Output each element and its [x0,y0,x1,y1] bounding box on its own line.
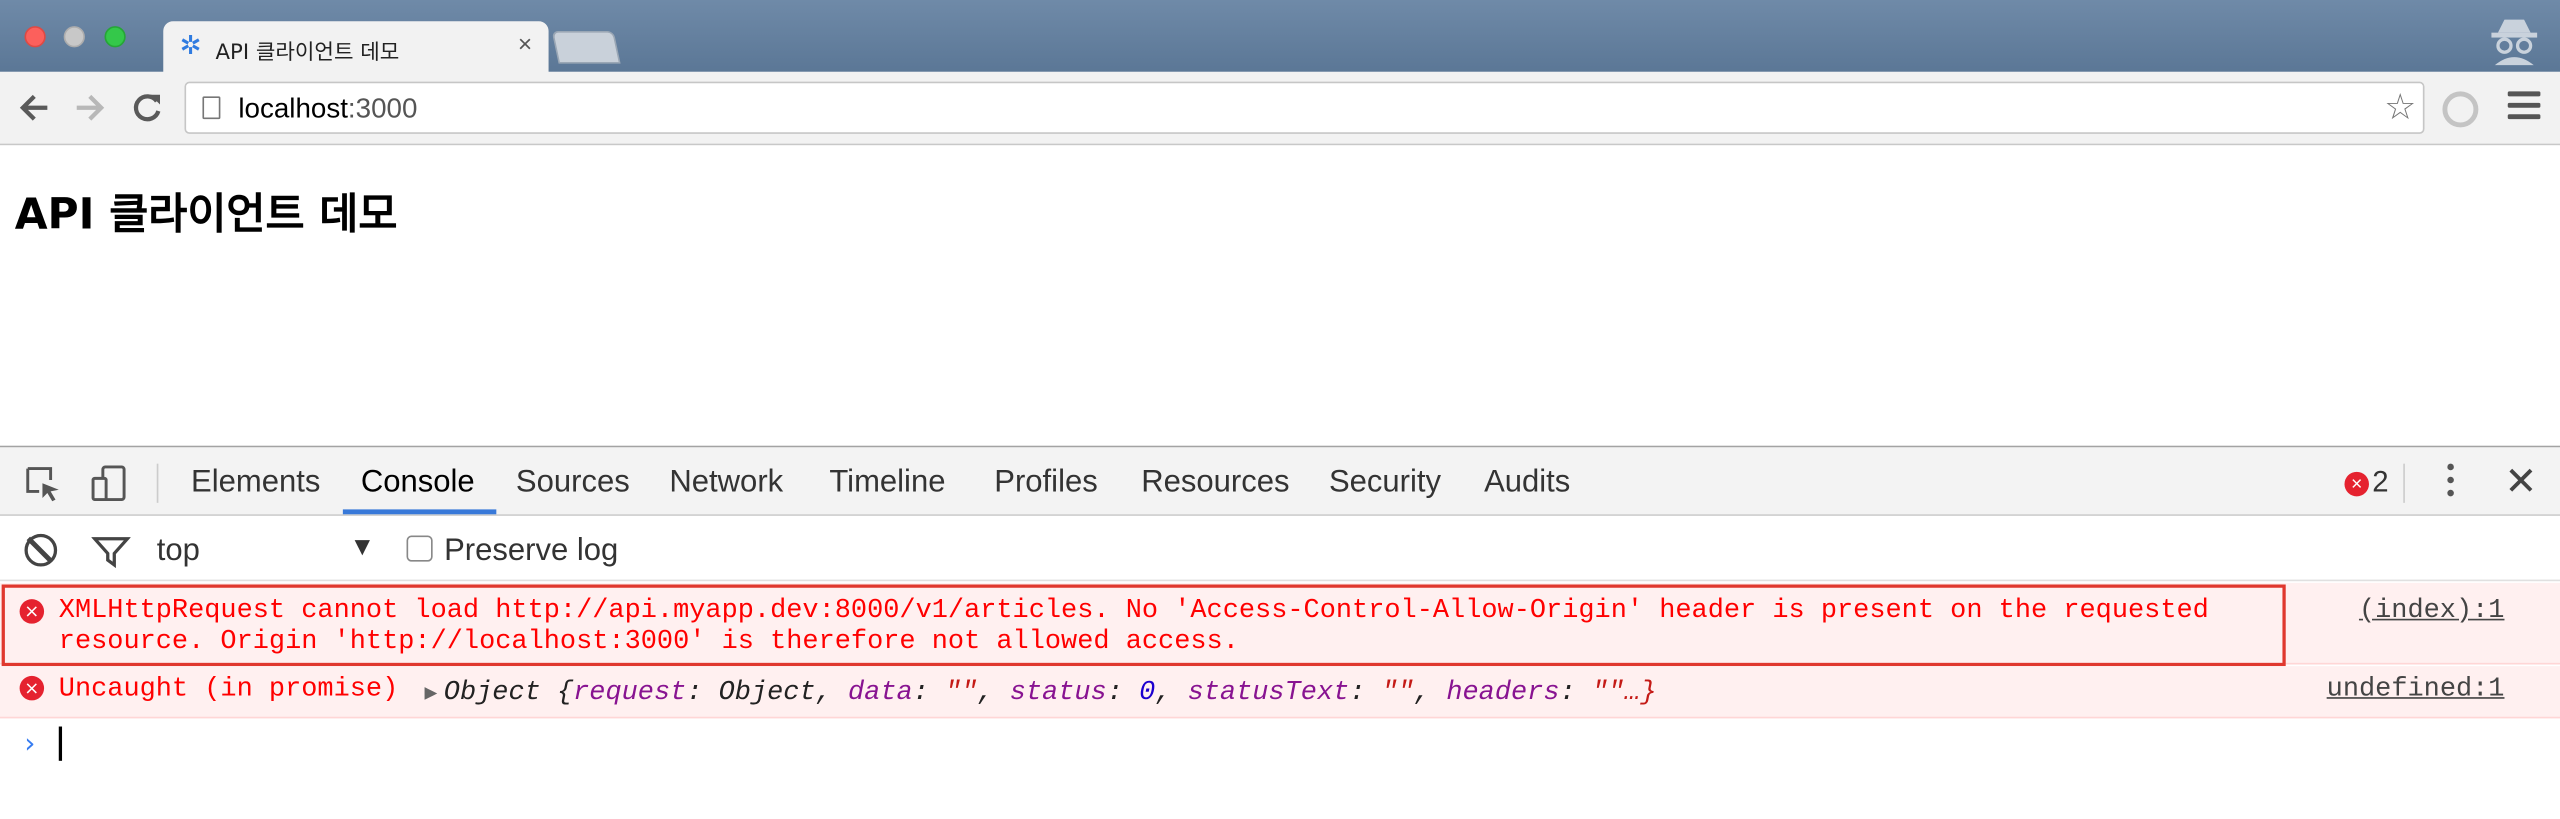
error-icon: × [2344,471,2369,497]
snowflake-favicon-icon: ✲ [179,32,202,61]
page-viewport: API 클라이언트 데모 [0,145,2560,446]
tab-resources[interactable]: Resources [1141,465,1289,501]
tab-security[interactable]: Security [1329,465,1441,501]
tab-close-icon[interactable]: × [518,31,532,59]
more-options-icon[interactable] [2444,463,2457,503]
console-prompt-icon: › [21,728,38,761]
tab-elements[interactable]: Elements [191,465,320,501]
bookmark-star-icon[interactable]: ☆ [2384,87,2416,129]
filter-icon[interactable] [91,536,131,569]
tab-network[interactable]: Network [669,465,783,501]
console-input[interactable] [58,726,62,761]
maximize-window-button[interactable] [104,26,126,48]
uncaught-label: Uncaught (in promise) [58,672,399,704]
extension-icon[interactable] [2442,91,2479,128]
device-toolbar-icon[interactable] [90,464,129,503]
object-preview[interactable]: ▶ Object {request: Object, data: "", stat… [424,676,1656,707]
reload-icon[interactable] [129,90,165,126]
browser-tab-active[interactable]: ✲ API 클라이언트 데모 × [163,21,549,74]
devtools-panel: Elements Console Sources Network Timelin… [0,445,2560,818]
tab-timeline[interactable]: Timeline [829,465,945,501]
tab-sources[interactable]: Sources [516,465,630,501]
hamburger-menu-icon[interactable] [2507,91,2541,124]
clear-console-icon[interactable] [24,533,58,567]
incognito-icon [2491,19,2538,66]
console-message-error: × Uncaught (in promise) ▶ Object {request… [0,666,2560,719]
toolbar-divider [156,463,159,503]
minimize-window-button[interactable] [63,26,85,48]
error-icon: × [19,675,45,701]
tab-console[interactable]: Console [361,465,475,501]
url-text[interactable]: localhost:3000 [238,93,417,126]
preserve-log-label: Preserve log [444,533,619,569]
toolbar-divider [2403,463,2405,503]
devtools-tabbar: Elements Console Sources Network Timelin… [0,447,2560,516]
new-tab-button[interactable] [551,31,621,64]
address-bar[interactable]: localhost:3000 ☆ [184,81,2425,134]
forward-arrow-icon[interactable] [72,90,108,126]
tab-title: API 클라이언트 데모 [215,40,400,66]
close-window-button[interactable] [24,26,46,48]
close-devtools-icon[interactable]: ✕ [2504,459,2537,506]
window-titlebar: ✲ API 클라이언트 데모 × [0,0,2560,74]
preserve-log-checkbox[interactable] [406,535,433,562]
dropdown-arrow-icon[interactable]: ▼ [349,534,375,563]
page-icon [202,96,221,120]
source-link[interactable]: undefined:1 [2327,673,2505,704]
page-title: API 클라이언트 데모 [14,191,398,240]
source-link[interactable]: (index):1 [2359,594,2505,625]
browser-toolbar: localhost:3000 ☆ [0,71,2560,146]
expand-triangle-icon[interactable]: ▶ [424,681,437,705]
active-tab-indicator [342,509,497,515]
tab-audits[interactable]: Audits [1484,465,1570,501]
console-filter-bar: top ▼ Preserve log [0,515,2560,582]
error-counter[interactable]: × 2 [2344,465,2389,499]
highlight-box [1,584,2286,667]
context-select[interactable]: top [157,534,200,570]
inspect-element-icon[interactable] [23,464,62,503]
tab-profiles[interactable]: Profiles [994,465,1097,501]
back-arrow-icon[interactable] [16,90,52,126]
